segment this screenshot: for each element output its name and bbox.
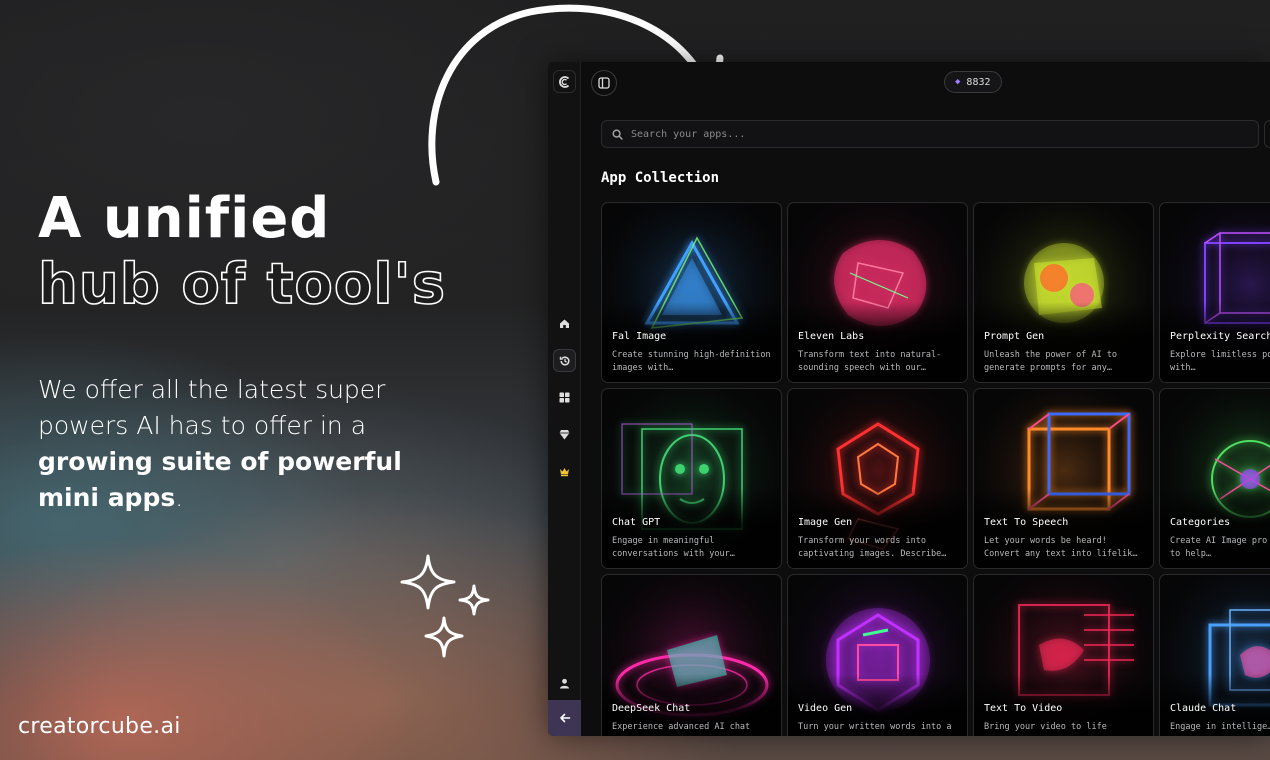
app-card-title: Claude Chat xyxy=(1170,703,1237,714)
app-card-description: Unleash the power of AI to generate prom… xyxy=(984,350,1118,373)
app-card-description: Engage in meaningful conversations with … xyxy=(612,536,735,559)
app-card[interactable]: Perplexity Search Explore limitless poss… xyxy=(1159,202,1270,383)
app-card-title: DeepSeek Chat xyxy=(612,703,691,714)
app-card-title: Text To Video xyxy=(984,703,1063,714)
headline-line-2: hub of tool's xyxy=(37,251,447,318)
app-card-title: Video Gen xyxy=(798,703,853,714)
app-card-description: Explore limitless possibilities with… xyxy=(1170,350,1270,373)
promo-body-text: We offer all the latest super powers AI … xyxy=(38,375,386,440)
history-icon[interactable] xyxy=(553,349,576,372)
app-card-description: Let your words be heard! Convert any tex… xyxy=(984,536,1138,559)
app-card[interactable]: Eleven Labs Transform text into natural-… xyxy=(787,202,968,383)
headline: A unified hub of tool's xyxy=(37,186,447,318)
app-card-title: Categories xyxy=(1170,517,1231,528)
app-card[interactable]: Text To Video Bring your video to life xyxy=(973,574,1154,736)
promo-body: We offer all the latest super powers AI … xyxy=(38,372,458,516)
grid-icon[interactable] xyxy=(553,386,576,409)
app-card[interactable]: Prompt Gen Unleash the power of AI to ge… xyxy=(973,202,1154,383)
app-card[interactable]: Fal Image Create stunning high-definitio… xyxy=(601,202,782,383)
app-card[interactable]: Claude Chat Engage in intellige… xyxy=(1159,574,1270,736)
app-card-description: Bring your video to life xyxy=(984,722,1107,732)
app-card-title: Fal Image xyxy=(612,331,667,342)
section-title: App Collection xyxy=(601,170,720,186)
app-card-description: Create stunning high-definition images w… xyxy=(612,350,771,373)
app-card[interactable]: DeepSeek Chat Experience advanced AI cha… xyxy=(601,574,782,736)
promo-body-bold: growing suite of powerful mini apps xyxy=(38,447,402,512)
app-card-title: Image Gen xyxy=(798,517,853,528)
app-grid: Fal Image Create stunning high-definitio… xyxy=(601,202,1270,736)
app-card[interactable]: Chat GPT Engage in meaningful conversati… xyxy=(601,388,782,569)
app-card-description: Engage in intellige… xyxy=(1170,722,1270,732)
gem-icon[interactable] xyxy=(553,423,576,446)
brand-logo-text: creatorcube.ai xyxy=(18,714,181,739)
app-card-title: Perplexity Search xyxy=(1170,331,1270,342)
search-bar[interactable] xyxy=(601,120,1259,148)
app-card-title: Eleven Labs xyxy=(798,331,865,342)
app-card-description: Experience advanced AI chat xyxy=(612,722,751,732)
credits-count: 8832 xyxy=(966,76,991,88)
search-input[interactable] xyxy=(631,128,1191,140)
user-icon[interactable] xyxy=(553,672,576,695)
promo-body-end: . xyxy=(175,483,184,512)
search-icon xyxy=(612,128,623,140)
app-card[interactable]: Text To Speech Let your words be heard! … xyxy=(973,388,1154,569)
headline-line-1: A unified xyxy=(38,186,331,251)
sidebar-toggle-button[interactable] xyxy=(591,70,617,96)
app-card-description: Transform your words into captivating im… xyxy=(798,536,947,559)
filter-button[interactable] xyxy=(1264,120,1270,148)
sidebar xyxy=(548,62,581,736)
crown-icon[interactable] xyxy=(553,460,576,483)
app-card-title: Chat GPT xyxy=(612,517,661,528)
app-card[interactable]: Image Gen Transform your words into capt… xyxy=(787,388,968,569)
home-icon[interactable] xyxy=(553,312,576,335)
logo-icon[interactable] xyxy=(553,70,576,93)
app-card-title: Prompt Gen xyxy=(984,331,1045,342)
app-card-description: Transform text into natural-sounding spe… xyxy=(798,350,942,373)
app-card[interactable]: Categories Create AI Image pro categorie… xyxy=(1159,388,1270,569)
app-card[interactable]: Video Gen Turn your written words into a xyxy=(787,574,968,736)
credits-badge[interactable]: ◆ 8832 xyxy=(944,71,1002,93)
panel-icon xyxy=(598,77,610,89)
app-window: ◆ 8832 App Collection Fal Image Create s… xyxy=(548,62,1270,736)
gem-icon: ◆ xyxy=(955,77,961,87)
app-card-description: Turn your written words into a xyxy=(798,722,952,732)
sparkles-icon xyxy=(400,554,490,658)
app-card-description: Create AI Image pro categories to help… xyxy=(1170,536,1270,559)
app-card-title: Text To Speech xyxy=(984,517,1069,528)
arrow-left-icon[interactable] xyxy=(548,700,581,736)
